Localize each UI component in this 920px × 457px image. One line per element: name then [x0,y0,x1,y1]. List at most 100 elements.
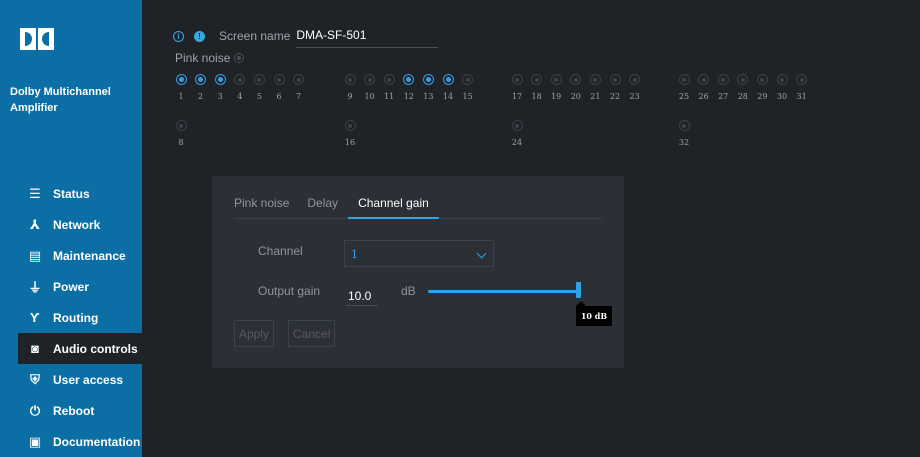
sidebar-item-label: User access [53,372,124,387]
channel-14[interactable]: 14 [440,74,456,101]
channel-radio[interactable] [550,74,562,85]
channel-radio[interactable] [609,74,621,85]
channel-7[interactable]: 7 [291,74,307,101]
sidebar-item-label: Routing [53,310,99,325]
channel-4[interactable]: 4 [232,74,248,101]
channel-11[interactable]: 11 [381,74,397,101]
channel-1[interactable]: 1 [173,74,189,101]
channel-radio[interactable] [462,74,474,85]
channel-6[interactable]: 6 [271,74,287,101]
screen-name-row: i ! Screen name DMA-SF-501 [173,24,439,48]
channel-radio[interactable] [344,120,356,131]
channel-radio[interactable] [422,74,434,85]
channel-number: 18 [531,92,542,101]
channel-number: 29 [757,92,768,101]
channel-radio[interactable] [717,74,729,85]
channel-10[interactable]: 10 [362,74,378,101]
channel-radio[interactable] [570,74,582,85]
channel-5[interactable]: 5 [251,74,267,101]
channel-20[interactable]: 20 [568,74,584,101]
channel-number: 31 [796,92,807,101]
cancel-button[interactable]: Cancel [288,320,336,347]
tab-delay[interactable]: Delay [307,195,338,219]
channel-15[interactable]: 15 [460,74,476,101]
channel-26[interactable]: 26 [696,74,712,101]
channel-radio[interactable] [698,74,710,85]
channel-31[interactable]: 31 [794,74,810,101]
screen-name-input[interactable]: DMA-SF-501 [296,28,439,48]
channel-16[interactable]: 16 [342,120,358,147]
channel-radio[interactable] [175,120,187,131]
channel-radio[interactable] [531,74,543,85]
channel-21[interactable]: 21 [587,74,603,101]
channel-radio[interactable] [175,74,187,85]
channel-radio[interactable] [678,74,690,85]
channel-25[interactable]: 25 [676,74,692,101]
channel-2[interactable]: 2 [193,74,209,101]
channel-8[interactable]: 8 [173,120,189,147]
alert-icon[interactable]: ! [194,30,205,42]
channel-radio[interactable] [293,74,305,85]
channel-13[interactable]: 13 [420,74,436,101]
channel-radio[interactable] [403,74,415,85]
channel-radio[interactable] [344,74,356,85]
tab-channel-gain[interactable]: Channel gain [348,195,439,219]
channel-radio[interactable] [511,120,523,131]
channel-radio[interactable] [737,74,749,85]
gain-slider[interactable] [428,290,578,293]
channel-32[interactable]: 32 [676,120,692,147]
channel-radio[interactable] [273,74,285,85]
channel-radio[interactable] [776,74,788,85]
channel-radio[interactable] [589,74,601,85]
sidebar-item-user-access[interactable]: ⛨ User access [18,364,142,395]
channel-27[interactable]: 27 [715,74,731,101]
tab-pink-noise[interactable]: Pink noise [234,195,289,219]
sidebar-item-network[interactable]: ⅄ Network [18,209,142,240]
speaker-icon: ◙ [31,341,39,356]
sidebar-item-status[interactable]: ☰ Status [18,178,142,209]
channel-radio[interactable] [364,74,376,85]
channel-radio[interactable] [195,74,207,85]
channel-17[interactable]: 17 [509,74,525,101]
channel-30[interactable]: 30 [774,74,790,101]
sidebar-item-maintenance[interactable]: ▤ Maintenance [18,240,142,271]
channel-radio[interactable] [678,120,690,131]
channel-radio[interactable] [511,74,523,85]
info-outline-icon[interactable]: i [173,30,184,42]
channel-number: 20 [570,92,581,101]
screen-name-label: Screen name [219,29,291,43]
sidebar-item-reboot[interactable]: ⏻ Reboot [18,395,142,426]
channel-radio[interactable] [253,74,265,85]
sidebar-item-routing[interactable]: Ƴ Routing [18,302,142,333]
channel-28[interactable]: 28 [735,74,751,101]
channel-number: 3 [217,92,223,101]
sidebar-item-power[interactable]: ⏚ Power [18,271,142,302]
channel-radio[interactable] [234,74,246,85]
channel-12[interactable]: 12 [401,74,417,101]
pink-noise-master-radio[interactable] [234,53,245,63]
channel-3[interactable]: 3 [212,74,228,101]
channel-19[interactable]: 19 [548,74,564,101]
channel-radio[interactable] [629,74,641,85]
channel-18[interactable]: 18 [529,74,545,101]
channel-24[interactable]: 24 [509,120,525,147]
sidebar-item-audio-controls[interactable]: ◙ Audio controls [18,333,142,364]
channel-radio[interactable] [442,74,454,85]
channel-22[interactable]: 22 [607,74,623,101]
output-gain-input[interactable]: 10.0 [346,284,378,306]
apply-button[interactable]: Apply [234,320,275,347]
channel-select[interactable]: 1 [344,240,494,267]
channel-29[interactable]: 29 [754,74,770,101]
channel-radio[interactable] [796,74,808,85]
shield-icon: ⛨ [30,371,40,387]
channel-radio[interactable] [756,74,768,85]
channel-radio[interactable] [383,74,395,85]
channel-label: Channel [258,244,303,258]
channel-9[interactable]: 9 [342,74,358,101]
channel-23[interactable]: 23 [627,74,643,101]
sidebar-item-documentation[interactable]: ▣ Documentation [18,426,142,457]
gain-slider-handle[interactable] [576,282,581,298]
channel-radio[interactable] [214,74,226,85]
channel-number: 6 [276,92,282,101]
gain-tooltip: 10 dB [576,301,612,326]
